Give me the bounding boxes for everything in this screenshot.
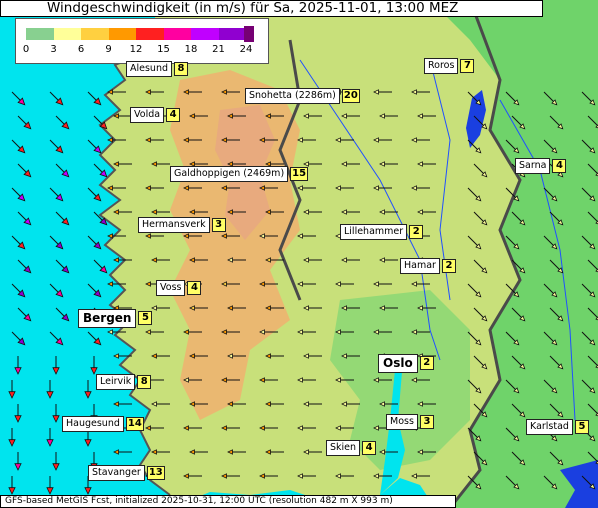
station-wind-speed: 5 bbox=[138, 311, 153, 325]
station-label: Skien bbox=[326, 440, 361, 456]
station-label: Roros bbox=[424, 58, 459, 74]
station-label: Voss bbox=[156, 280, 186, 296]
station-label: Oslo bbox=[378, 354, 418, 373]
station-label: Hamar bbox=[400, 258, 440, 274]
station-wind-speed: 4 bbox=[166, 108, 181, 122]
station-wind-speed: 14 bbox=[125, 417, 144, 431]
station-label: Hermansverk bbox=[138, 217, 210, 233]
station-label: Leirvik bbox=[96, 374, 136, 390]
station-label: Lillehammer bbox=[340, 224, 408, 240]
station-wind-speed: 5 bbox=[574, 420, 589, 434]
station-wind-speed: 2 bbox=[419, 356, 434, 370]
station-label: Bergen bbox=[78, 309, 137, 328]
station-wind-speed: 3 bbox=[419, 415, 434, 429]
legend-segment bbox=[191, 28, 219, 40]
station-wind-speed: 13 bbox=[146, 466, 165, 480]
footer-credit: GFS-based MetGIS Fcst, initialized 2025-… bbox=[0, 495, 456, 508]
station-wind-speed: 4 bbox=[187, 281, 202, 295]
legend-tick-label: 18 bbox=[184, 44, 198, 55]
legend-tick-label: 15 bbox=[157, 44, 170, 55]
legend-tick-label: 12 bbox=[129, 44, 143, 55]
station-wind-speed: 2 bbox=[409, 225, 424, 239]
station-label: Galdhoppigen (2469m) bbox=[170, 166, 289, 182]
station-label: Snohetta (2286m) bbox=[245, 88, 340, 104]
station-label: Alesund bbox=[126, 61, 173, 77]
station-wind-speed: 4 bbox=[362, 441, 377, 455]
legend-segment bbox=[53, 28, 81, 40]
legend-tick-label: 3 bbox=[50, 44, 57, 55]
legend-tick-label: 0 bbox=[22, 44, 30, 55]
station-wind-speed: 15 bbox=[290, 167, 309, 181]
station-wind-speed: 4 bbox=[552, 159, 567, 173]
legend-segment bbox=[26, 28, 54, 40]
station-label: Volda bbox=[130, 107, 165, 123]
legend-tick-label: 9 bbox=[105, 44, 112, 55]
map-title: Windgeschwindigkeit (in m/s) für Sa, 202… bbox=[0, 0, 543, 17]
station-label: Karlstad bbox=[526, 419, 573, 435]
station-wind-speed: 20 bbox=[341, 89, 360, 103]
station-wind-speed: 8 bbox=[174, 62, 189, 76]
legend-segment bbox=[108, 28, 136, 40]
station-wind-speed: 2 bbox=[441, 259, 456, 273]
terrain bbox=[100, 0, 598, 508]
station-wind-speed: 8 bbox=[137, 375, 152, 389]
map-stage: Windgeschwindigkeit (in m/s) für Sa, 202… bbox=[0, 0, 598, 508]
station-label: Moss bbox=[386, 414, 418, 430]
station-label: Stavanger bbox=[88, 465, 145, 481]
legend-segment bbox=[136, 28, 164, 40]
legend: 0 3 6 9 12 15 18 21 24 bbox=[15, 18, 269, 64]
legend-overflow-swatch bbox=[244, 26, 254, 42]
legend-tick-label: 6 bbox=[77, 44, 85, 55]
legend-segment bbox=[163, 28, 191, 40]
legend-tick-label: 21 bbox=[212, 44, 225, 55]
station-wind-speed: 7 bbox=[460, 59, 475, 73]
station-label: Haugesund bbox=[62, 416, 124, 432]
station-wind-speed: 3 bbox=[211, 218, 226, 232]
legend-tick-label: 24 bbox=[239, 44, 253, 55]
legend-segment bbox=[81, 28, 109, 40]
station-label: Sarna bbox=[515, 158, 551, 174]
legend-segment bbox=[218, 28, 246, 40]
